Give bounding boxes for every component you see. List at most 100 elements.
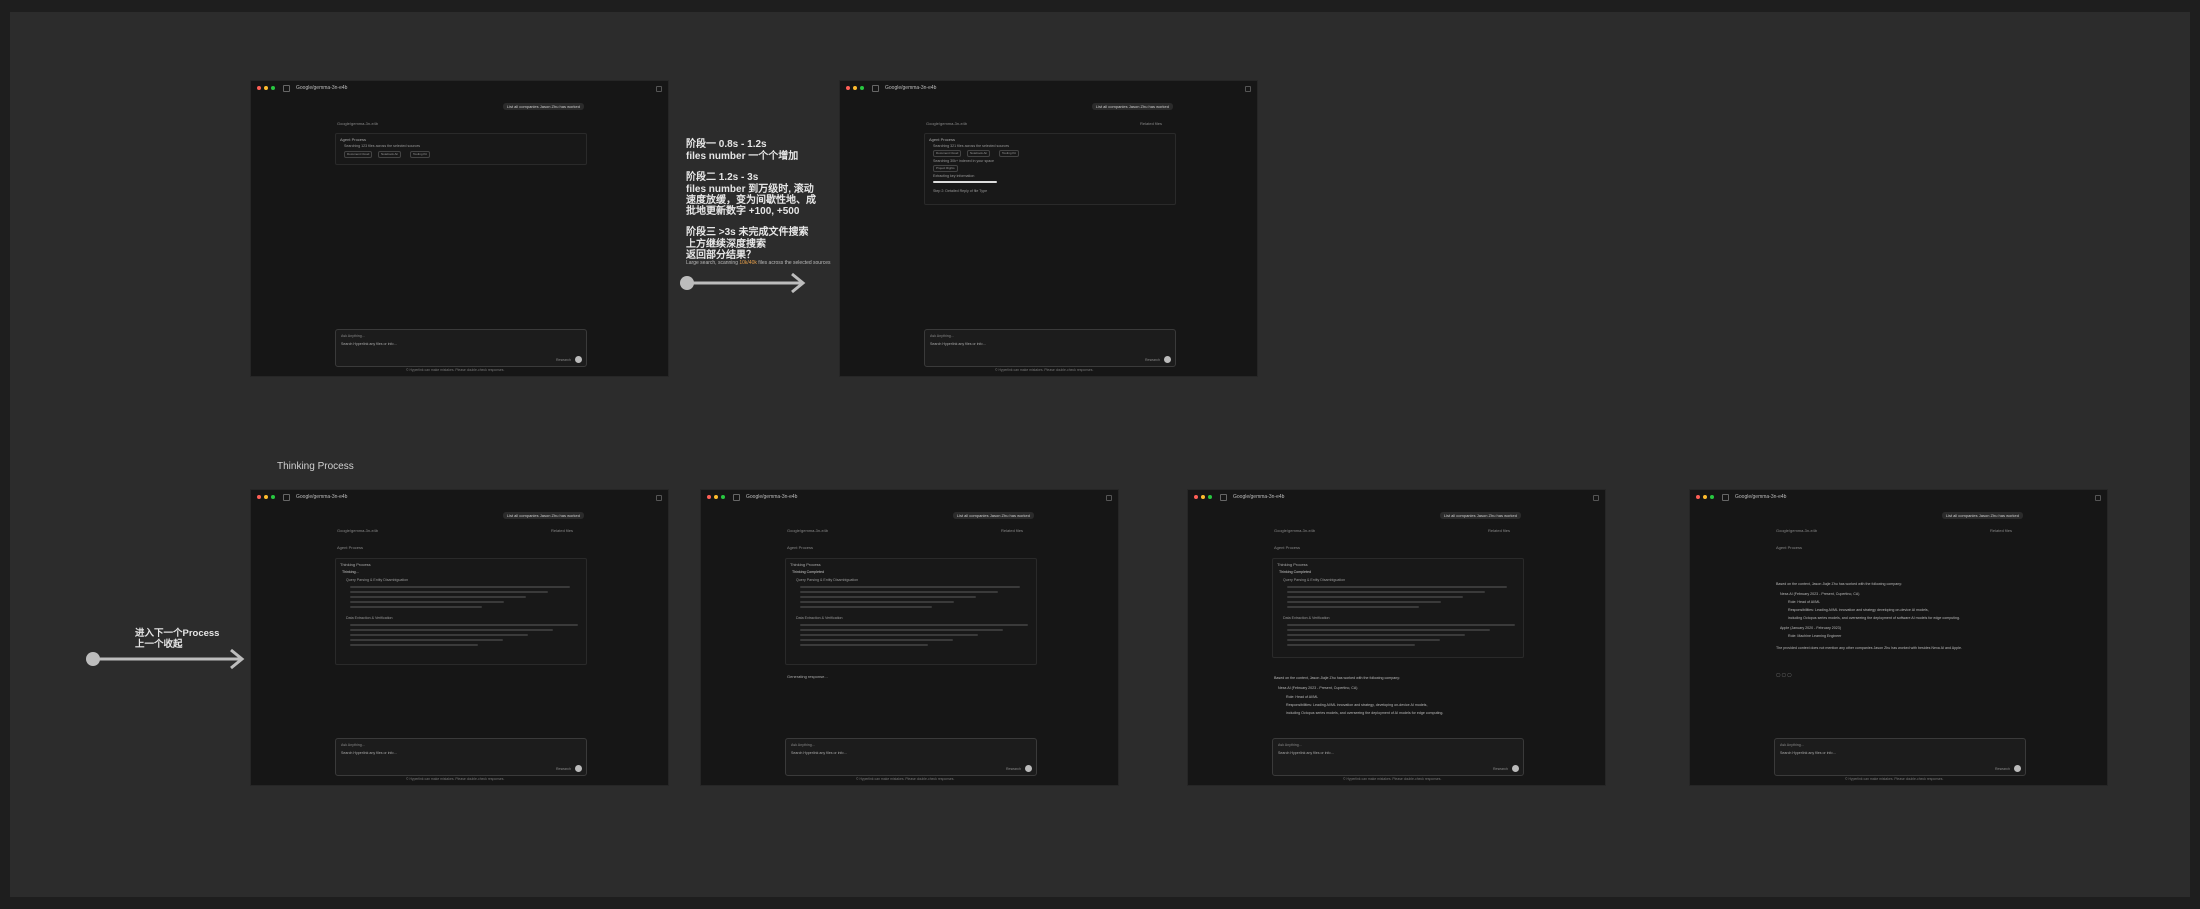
related-files[interactable]: Related files	[1990, 528, 2012, 533]
close-dot[interactable]	[846, 86, 850, 90]
new-chat-icon[interactable]	[656, 86, 662, 92]
stage2-desc-3: 批地更新数字 +100, +500	[686, 206, 800, 217]
new-chat-icon[interactable]	[2095, 495, 2101, 501]
text-line	[350, 624, 578, 626]
close-dot[interactable]	[1696, 495, 1700, 499]
send-button[interactable]	[1025, 765, 1032, 772]
model-selector[interactable]: Google/gemma-3n-e4b	[296, 494, 347, 500]
answer-item: Role: Head of AI/ML	[1286, 695, 1319, 699]
context-file: Google/gemma-3n-e4b	[787, 528, 829, 533]
composer-label: Ask Anything…	[1278, 743, 1303, 747]
minimize-dot[interactable]	[714, 495, 718, 499]
thinking-process-title: Thinking Process	[790, 562, 821, 567]
mode-selector[interactable]: Research	[1145, 358, 1160, 362]
send-button[interactable]	[575, 356, 582, 363]
send-button[interactable]	[2014, 765, 2021, 772]
composer-input[interactable]: Search Hyperlink any files or info…	[1278, 751, 1334, 755]
composer[interactable]: Ask Anything… Search Hyperlink any files …	[1774, 738, 2026, 776]
new-chat-icon[interactable]	[1593, 495, 1599, 501]
source-chip: Project Rights	[933, 165, 958, 172]
close-dot[interactable]	[257, 86, 261, 90]
mode-selector[interactable]: Research	[1493, 767, 1508, 771]
thinking-panel[interactable]: Thinking Process Thinking… Query Parsing &…	[335, 558, 587, 665]
model-selector[interactable]: Google/gemma-3n-e4b	[296, 85, 347, 91]
minimize-dot[interactable]	[1201, 495, 1205, 499]
composer-input[interactable]: Search Hyperlink any files or info…	[1780, 751, 1836, 755]
composer[interactable]: Ask Anything… Search Hyperlink any files…	[924, 329, 1176, 367]
close-dot[interactable]	[1194, 495, 1198, 499]
section-title: Data Extraction & Verification	[796, 616, 843, 620]
composer[interactable]: Ask Anything… Search Hyperlink any files …	[785, 738, 1037, 776]
sidebar-icon[interactable]	[733, 493, 740, 501]
maximize-dot[interactable]	[271, 495, 275, 499]
thinking-panel[interactable]: Thinking Process Thinking Completed Query …	[785, 558, 1037, 665]
minimize-dot[interactable]	[853, 86, 857, 90]
agent-process-title[interactable]: Agent Process	[337, 545, 363, 550]
sidebar-icon[interactable]	[283, 84, 290, 92]
related-files[interactable]: Related files	[551, 528, 573, 533]
sidebar-icon[interactable]	[1220, 493, 1227, 501]
maximize-dot[interactable]	[271, 86, 275, 90]
maximize-dot[interactable]	[721, 495, 725, 499]
agent-process-title[interactable]: Agent Process	[787, 545, 813, 550]
sidebar-icon[interactable]	[872, 84, 879, 92]
agent-process-panel[interactable]: Agent Process Searching 123 files across…	[335, 133, 587, 165]
mode-selector[interactable]: Research	[556, 767, 571, 771]
related-files[interactable]: Related files	[1488, 528, 1510, 533]
user-prompt-bubble: List all companies Jason Zhu has worked	[1941, 512, 2023, 519]
composer[interactable]: Ask Anything… Search Hyperlink any files …	[335, 738, 587, 776]
maximize-dot[interactable]	[1208, 495, 1212, 499]
model-selector[interactable]: Google/gemma-3n-e4b	[1233, 494, 1284, 500]
maximize-dot[interactable]	[860, 86, 864, 90]
related-files[interactable]: Related files	[1140, 121, 1162, 126]
frame-top-1: Google/gemma-3n-e4b List all companies J…	[250, 80, 669, 377]
stage3-small-pre: Large search, scanning	[686, 260, 740, 266]
minimize-dot[interactable]	[1703, 495, 1707, 499]
section-title: Data Extraction & Verification	[346, 616, 393, 620]
mode-selector[interactable]: Research	[1995, 767, 2010, 771]
sidebar-icon[interactable]	[1722, 493, 1729, 501]
mode-selector[interactable]: Research	[1006, 767, 1021, 771]
send-button[interactable]	[575, 765, 582, 772]
model-selector[interactable]: Google/gemma-3n-e4b	[885, 85, 936, 91]
model-selector[interactable]: Google/gemma-3n-e4b	[1735, 494, 1786, 500]
composer-input[interactable]: Search Hyperlink any files or info…	[930, 342, 986, 346]
minimize-dot[interactable]	[264, 495, 268, 499]
maximize-dot[interactable]	[1710, 495, 1714, 499]
composer[interactable]: Ask Anything… Search Hyperlink any files …	[1272, 738, 1524, 776]
send-button[interactable]	[1512, 765, 1519, 772]
section-title: Data Extraction & Verification	[1283, 616, 1330, 620]
thinking-panel[interactable]: Thinking Process Thinking Completed Query …	[1272, 558, 1524, 658]
message-actions[interactable]: ◯ ◯ ◯	[1776, 672, 1792, 677]
step-line: Step 2: Detailed Reply of file Type	[933, 189, 988, 193]
new-chat-icon[interactable]	[1245, 86, 1251, 92]
frame-bottom-3: Google/gemma-3n-e4b List all companies Ja…	[1187, 489, 1606, 786]
section-title: Query Parsing & Entity Disambiguation	[1283, 578, 1346, 582]
text-line	[350, 639, 503, 641]
composer-input[interactable]: Search Hyperlink any files or info…	[341, 342, 397, 346]
composer[interactable]: Ask Anything… Search Hyperlink any files…	[335, 329, 587, 367]
text-line	[800, 629, 1003, 631]
related-files[interactable]: Related files	[1001, 528, 1023, 533]
send-button[interactable]	[1164, 356, 1171, 363]
new-chat-icon[interactable]	[1106, 495, 1112, 501]
close-dot[interactable]	[707, 495, 711, 499]
close-dot[interactable]	[257, 495, 261, 499]
title-bar: Google/gemma-3n-e4b	[251, 490, 668, 504]
mode-selector[interactable]: Research	[556, 358, 571, 362]
disclaimer: © Hyperlink can make mistakes. Please do…	[1343, 777, 1442, 781]
sidebar-icon[interactable]	[283, 493, 290, 501]
agent-process-title: Agent Process	[929, 137, 956, 142]
agent-process-title[interactable]: Agent Process	[1776, 545, 1802, 550]
model-selector[interactable]: Google/gemma-3n-e4b	[746, 494, 797, 500]
text-line	[350, 596, 526, 598]
agent-process-title[interactable]: Agent Process	[1274, 545, 1300, 550]
text-line	[1287, 629, 1490, 631]
composer-input[interactable]: Search Hyperlink any files or info…	[791, 751, 847, 755]
minimize-dot[interactable]	[264, 86, 268, 90]
generating-status: Generating response...	[787, 674, 828, 679]
new-chat-icon[interactable]	[656, 495, 662, 501]
agent-process-panel[interactable]: Agent Process Searching 321 files across…	[924, 133, 1176, 205]
answer-item: Role: Machine Learning Engineer	[1788, 634, 1842, 638]
composer-input[interactable]: Search Hyperlink any files or info…	[341, 751, 397, 755]
